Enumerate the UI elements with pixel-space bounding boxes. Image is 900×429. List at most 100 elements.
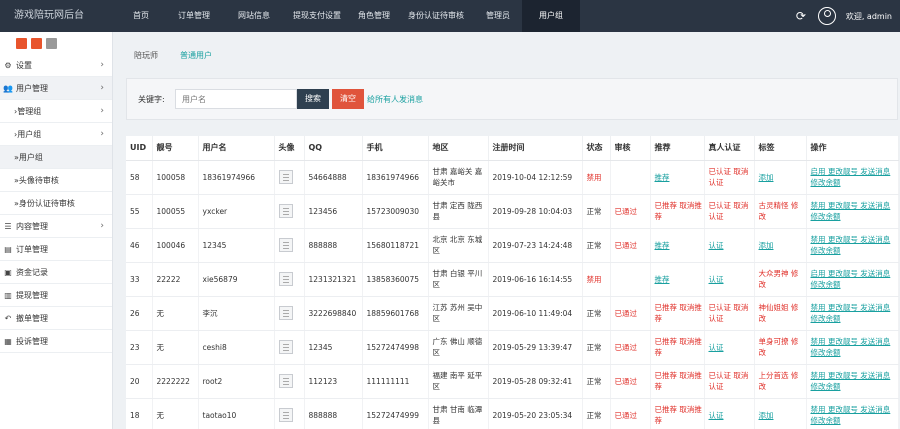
table-row: 33 22222 xie56879 1231321321 13858360075 甘肃 白… [126,262,899,297]
cell-rec[interactable]: 推荐 [655,241,670,250]
avatar-thumbnail-icon[interactable] [278,272,293,286]
complaint-icon: ▦ [4,337,12,346]
send-all-message-link[interactable]: 给所有人发消息 [367,94,423,105]
sidebar-item-label: »用户组 [14,153,43,162]
cell-real[interactable]: 认证 [709,241,724,250]
table-header: UID 靓号 用户名 头像 QQ 手机 地区 注册时间 状态 审核 推荐 真人认证 标签 操作 [126,136,899,161]
avatar-thumbnail-icon[interactable] [278,374,293,388]
cell-status: 正常 [586,308,602,318]
nav-item[interactable]: 角色管理 [350,0,398,32]
avatar-thumbnail-icon[interactable] [278,170,293,184]
sidebar-item-label: 内容管理 [16,222,48,231]
cell-tag[interactable]: 单身可撩 修改 [759,337,799,357]
cell-rec[interactable]: 已推荐 取消推荐 [655,303,702,323]
nav-item[interactable]: 提现支付设置 [284,0,350,32]
tool-button-2[interactable] [31,37,42,49]
clear-button[interactable]: 清空 [332,89,364,109]
cell-real[interactable]: 认证 [709,343,724,352]
undo-icon: ↶ [4,314,12,323]
cell-tag[interactable]: 添加 [759,173,774,182]
cell-real[interactable]: 已认证 取消认证 [709,201,749,221]
cell-ops[interactable]: 禁用 更改靓号 发送消息 修改余额 [811,337,891,357]
cell-tag[interactable]: 上分首选 修改 [759,371,799,391]
nav-item[interactable]: 订单管理 [164,0,224,32]
avatar-thumbnail-icon[interactable] [278,340,293,354]
refresh-icon[interactable]: ⟳ [794,9,808,23]
cell-num: 22222 [156,274,181,284]
cell-ops[interactable]: 禁用 更改靓号 发送消息 修改余额 [811,405,891,425]
cell-real[interactable]: 认证 [709,411,724,420]
cell-real[interactable]: 已认证 取消认证 [709,167,749,187]
nav-item[interactable]: 网站信息 [224,0,284,32]
tool-button-3[interactable] [46,37,57,49]
tab-normal-user[interactable]: 普通用户 [180,50,212,64]
cell-status: 禁用 [586,274,602,284]
cell-ops[interactable]: 启用 更改靓号 发送消息 修改余额 [811,269,891,289]
user-table: UID 靓号 用户名 头像 QQ 手机 地区 注册时间 状态 审核 推荐 真人认证 标签 操作 58 100… [126,136,899,429]
cell-rec[interactable]: 已推荐 取消推荐 [655,371,702,391]
cell-status: 正常 [586,240,602,250]
nav-item[interactable]: 首页 [118,0,164,32]
sidebar-item[interactable]: ☰ 内容管理 › [0,215,112,238]
cell-rec[interactable]: 已推荐 取消推荐 [655,337,702,357]
sidebar-item[interactable]: ▦ 投诉管理 [0,330,112,353]
search-input[interactable] [175,89,297,109]
cell-tag[interactable]: 大众男神 修改 [759,269,799,289]
avatar-thumbnail-icon[interactable] [278,204,293,218]
chevron-right-icon: › [100,60,104,70]
sidebar-item[interactable]: ▥ 提现管理 [0,284,112,307]
sidebar-item[interactable]: ›管理组 › [0,100,112,123]
nav-item[interactable]: 身份认证待审核 [398,0,474,32]
cell-rec[interactable]: 推荐 [655,173,670,182]
sidebar-item[interactable]: ▤ 订单管理 [0,238,112,261]
sidebar-item[interactable]: »头像待审核 [0,169,112,192]
avatar-thumbnail-icon[interactable] [278,408,293,422]
cell-real[interactable]: 认证 [709,275,724,284]
cell-rec[interactable]: 已推荐 取消推荐 [655,201,702,221]
cell-ops[interactable]: 禁用 更改靓号 发送消息 修改余额 [811,201,891,221]
cell-phone: 18361974966 [366,172,420,182]
cell-phone: 15680118721 [366,240,420,250]
cell-real[interactable]: 已认证 取消认证 [709,303,749,323]
sidebar-item[interactable]: »用户组 [0,146,112,169]
tool-button-1[interactable] [16,37,27,49]
cell-name: taotao10 [202,410,237,420]
tab-companion[interactable]: 陪玩师 [134,50,158,64]
cell-real[interactable]: 已认证 取消认证 [709,371,749,391]
cell-uid: 26 [130,308,140,318]
column-header: 审核 [610,136,651,161]
nav-item[interactable]: 管理员 [474,0,522,32]
sidebar-item[interactable]: ⚙ 设置 › [0,54,112,77]
sidebar-item[interactable]: ↶ 撤单管理 [0,307,112,330]
search-button[interactable]: 搜索 [297,89,329,109]
cell-phone: 111111111 [366,376,410,386]
sidebar-item-label: 订单管理 [16,245,48,254]
user-avatar-icon[interactable] [817,7,836,25]
column-header: 靓号 [152,136,199,161]
cell-rec[interactable]: 已推荐 取消推荐 [655,405,702,425]
cell-phone: 15272474998 [366,342,420,352]
user-name[interactable]: 欢迎, admin [846,11,892,22]
avatar-thumbnail-icon[interactable] [278,238,293,252]
cell-rec[interactable]: 推荐 [655,275,670,284]
cell-ops[interactable]: 启用 更改靓号 发送消息 修改余额 [811,167,891,187]
cell-tag[interactable]: 神仙姐姐 修改 [759,303,799,323]
cell-ops[interactable]: 禁用 更改靓号 发送消息 修改余额 [811,235,891,255]
nav-item[interactable]: 用户组 [522,0,580,32]
cell-name: 18361974966 [202,172,256,182]
cell-ops[interactable]: 禁用 更改靓号 发送消息 修改余额 [811,371,891,391]
sidebar-item[interactable]: ▣ 资金记录 [0,261,112,284]
cell-tag[interactable]: 添加 [759,241,774,250]
column-header: 注册时间 [488,136,583,161]
sidebar-item[interactable]: 👥 用户管理 › [0,77,112,100]
sidebar-item-label: 提现管理 [16,291,48,300]
avatar-thumbnail-icon[interactable] [278,306,293,320]
column-header: 真人认证 [704,136,755,161]
sidebar-item-label: 用户管理 [16,84,48,93]
cell-tag[interactable]: 古灵精怪 修改 [759,201,799,221]
sidebar-item[interactable]: »身份认证待审核 [0,192,112,215]
sidebar-item[interactable]: ›用户组 › [0,123,112,146]
cell-phone: 13858360075 [366,274,420,284]
cell-ops[interactable]: 禁用 更改靓号 发送消息 修改余额 [811,303,891,323]
cell-tag[interactable]: 添加 [759,411,774,420]
